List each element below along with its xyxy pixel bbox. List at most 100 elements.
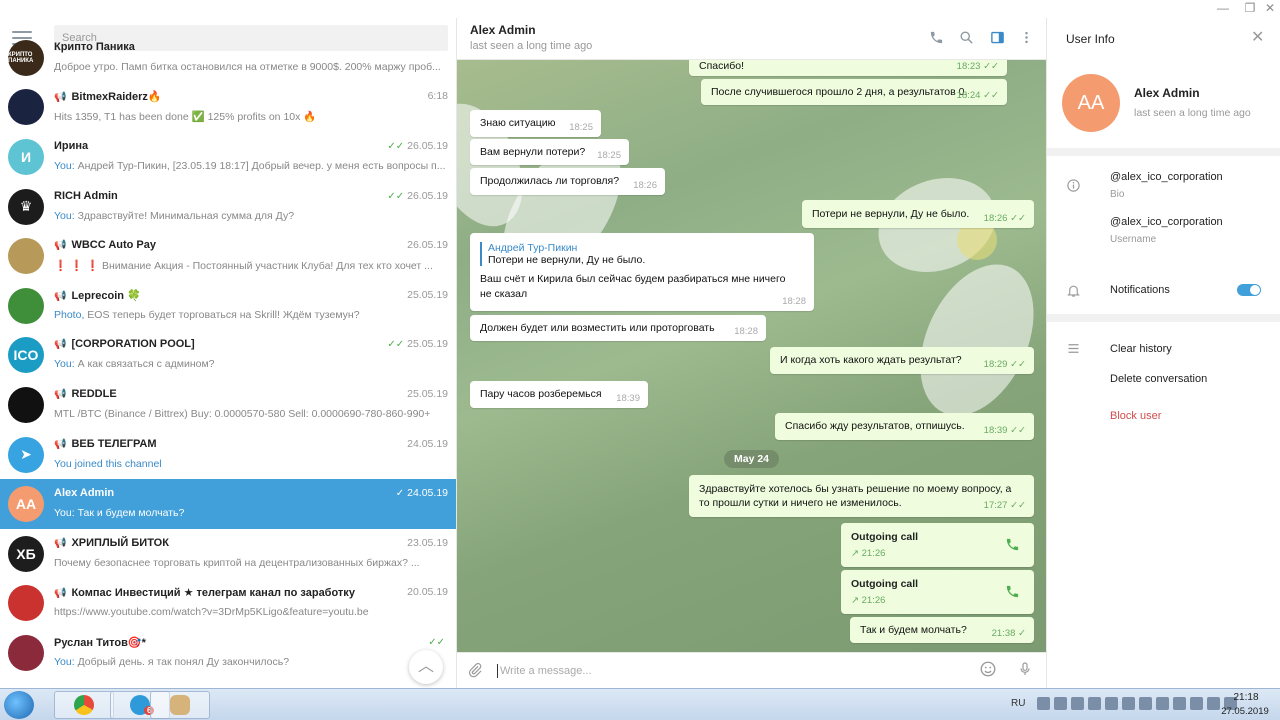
tray-icon[interactable] bbox=[1190, 697, 1203, 710]
username-value[interactable]: @alex_ico_corporation bbox=[1110, 216, 1223, 228]
message-out[interactable]: Потери не вернули, Ду не было. 18:26 ✓✓ bbox=[802, 200, 1034, 228]
sidebar-toggle-icon[interactable] bbox=[988, 30, 1006, 48]
tray-icon[interactable] bbox=[1071, 697, 1084, 710]
window-titlebar: — ❐ ✕ bbox=[0, 0, 1280, 18]
tray-icon[interactable] bbox=[1139, 697, 1152, 710]
tray-icon[interactable] bbox=[1156, 697, 1169, 710]
chat-preview: You: Так и будем молчать? bbox=[54, 507, 446, 519]
call-back-phone-icon[interactable] bbox=[1005, 537, 1020, 556]
message-input[interactable]: Write a message... bbox=[497, 664, 592, 678]
chat-date-text: 25.05.19 bbox=[407, 288, 448, 301]
delete-conversation-button[interactable]: Delete conversation bbox=[1110, 373, 1207, 385]
message-in[interactable]: Должен будет или возместить или проторго… bbox=[470, 315, 766, 341]
message-in[interactable]: Пару часов розберемься 18:39 bbox=[470, 381, 648, 408]
avatar: ICO bbox=[8, 337, 44, 374]
chat-title-text: [CORPORATION POOL] bbox=[71, 338, 195, 351]
phone-icon[interactable] bbox=[927, 30, 945, 48]
outgoing-call-message[interactable]: Outgoing call ↗ 21:26 bbox=[841, 523, 1034, 567]
start-button[interactable] bbox=[4, 691, 34, 719]
message-in[interactable]: Вам вернули потери? 18:25 bbox=[470, 139, 629, 165]
avatar[interactable]: AA bbox=[1062, 74, 1120, 132]
chrome-taskbar-icon[interactable] bbox=[54, 691, 114, 719]
username-label: Username bbox=[1110, 234, 1157, 245]
chat-list-item[interactable]: 📢 BitmexRaiderz🔥 6:18 Hits 1359, T1 has bee… bbox=[0, 83, 456, 133]
message-out[interactable]: И когда хоть какого ждать результат? 18:… bbox=[770, 347, 1034, 374]
clear-history-button[interactable]: Clear history bbox=[1110, 343, 1172, 355]
notifications-toggle[interactable] bbox=[1237, 284, 1261, 296]
chat-list-item[interactable]: 📢 Leprecoin 🍀 25.05.19 Photo, EOS теперь бу… bbox=[0, 281, 456, 331]
message-out[interactable]: Здравствуйте хотелось бы узнать решение … bbox=[689, 475, 1034, 517]
message-out[interactable]: Спасибо! 18:23 ✓✓ bbox=[689, 60, 1007, 76]
chat-date: 6:18 bbox=[428, 90, 448, 102]
message-area: Спасибо! 18:23 ✓✓ После случившегося про… bbox=[457, 60, 1046, 652]
chat-list-item[interactable]: 📢 REDDLE 25.05.19 MTL /BTC (Binance / Bittr… bbox=[0, 380, 456, 430]
message-out[interactable]: Спасибо жду результатов, отпишусь. 18:39… bbox=[775, 413, 1034, 440]
date-separator: May 24 bbox=[724, 450, 780, 468]
clock-time[interactable]: 21:18 bbox=[1222, 692, 1270, 703]
maximize-icon[interactable]: ❐ bbox=[1239, 1, 1261, 15]
conversation-title[interactable]: Alex Admin bbox=[470, 23, 536, 37]
bio-value[interactable]: @alex_ico_corporation bbox=[1110, 171, 1223, 183]
search-icon[interactable] bbox=[957, 30, 975, 48]
chat-date: ✓✓ 26.05.19 bbox=[387, 190, 448, 202]
language-indicator[interactable]: RU bbox=[1011, 698, 1025, 709]
chat-preview-text: Почему безопаснее торговать криптой на д… bbox=[54, 556, 420, 569]
megaphone-icon: 📢 bbox=[54, 240, 67, 252]
scroll-up-button[interactable]: ︿ bbox=[409, 650, 443, 684]
chat-preview-text: You joined this channel bbox=[54, 457, 162, 470]
more-menu-icon[interactable] bbox=[1017, 30, 1035, 48]
chat-list-item[interactable]: ➤ 📢 ВЕБ ТЕЛЕГРАМ 24.05.19 You joined this ch… bbox=[0, 430, 456, 480]
chat-preview-text: MTL /BTC (Binance / Bittrex) Buy: 0.0000… bbox=[54, 407, 431, 420]
message-text: Потери не вернули, Ду не было. bbox=[812, 208, 970, 220]
chat-date: ✓ 24.05.19 bbox=[396, 487, 448, 499]
close-window-icon[interactable]: ✕ bbox=[1259, 1, 1280, 15]
chat-title: 📢 Компас Инвестиций ★ телеграм канал по з… bbox=[54, 586, 355, 599]
chat-date-text: 24.05.19 bbox=[407, 437, 448, 450]
tray-icon[interactable] bbox=[1122, 697, 1135, 710]
tray-icon[interactable] bbox=[1037, 697, 1050, 710]
microphone-icon[interactable] bbox=[1017, 660, 1033, 683]
block-user-button[interactable]: Block user bbox=[1110, 410, 1161, 422]
tray-icon[interactable] bbox=[1088, 697, 1101, 710]
chat-list-item[interactable]: И Ирина ✓✓ 26.05.19 You: Андрей Тур-Пикин, [… bbox=[0, 132, 456, 182]
paint-taskbar-icon[interactable] bbox=[150, 691, 210, 719]
avatar bbox=[8, 287, 44, 324]
tray-icon[interactable] bbox=[1054, 697, 1067, 710]
message-out[interactable]: После случившегося прошло 2 дня, а резул… bbox=[701, 79, 1007, 105]
chat-list-item[interactable]: 📢 Компас Инвестиций ★ телеграм канал по з… bbox=[0, 579, 456, 629]
attach-icon[interactable] bbox=[467, 661, 483, 684]
call-back-phone-icon[interactable] bbox=[1005, 584, 1020, 603]
emoji-icon[interactable] bbox=[979, 660, 997, 683]
chat-preview: Hits 1359, T1 has been done ✅ 125% profi… bbox=[54, 110, 446, 123]
chat-list-item[interactable]: ХБ 📢 ХРИПЛЫЙ БИТОК 23.05.19 Почему безопасне… bbox=[0, 529, 456, 579]
message-in[interactable]: Продолжилась ли торговля? 18:26 bbox=[470, 168, 665, 195]
reply-quote[interactable]: Андрей Тур-Пикин Потери не вернули, Ду н… bbox=[480, 242, 804, 266]
chat-list-item[interactable]: 📢 WBCC Auto Pay 26.05.19 ❗ ❗ ❗ Внимание Акц… bbox=[0, 231, 456, 281]
message-in-reply[interactable]: Андрей Тур-Пикин Потери не вернули, Ду н… bbox=[470, 233, 814, 311]
message-text: Спасибо жду результатов, отпишусь. bbox=[785, 420, 965, 432]
chat-list-item[interactable]: ICO 📢 [CORPORATION POOL] ✓✓ 25.05.19 You: А к… bbox=[0, 331, 456, 381]
message-time: 18:24 ✓✓ bbox=[956, 90, 999, 101]
chat-preview: Почему безопаснее торговать криптой на д… bbox=[54, 557, 446, 569]
message-text: Пару часов розберемься bbox=[480, 388, 602, 400]
avatar bbox=[8, 386, 44, 423]
tray-icon[interactable] bbox=[1173, 697, 1186, 710]
chat-list-item[interactable]: AA Alex Admin ✓ 24.05.19 You: Так и будем мо… bbox=[0, 479, 456, 529]
clock-date[interactable]: 27.05.2019 bbox=[1215, 706, 1275, 717]
chat-list-item[interactable]: КРИПТО ПАНИКА Крипто Паника Доброе утро. П… bbox=[0, 33, 456, 83]
sender-prefix: You: bbox=[54, 358, 78, 371]
conversation-header[interactable]: Alex Admin last seen a long time ago bbox=[457, 18, 1046, 60]
chat-title-text: ХРИПЛЫЙ БИТОК bbox=[71, 536, 169, 549]
message-out[interactable]: Так и будем молчать? 21:38 ✓ bbox=[850, 617, 1034, 643]
message-in[interactable]: Знаю ситуацию 18:25 bbox=[470, 110, 601, 137]
read-check-icon: ✓✓ bbox=[387, 140, 405, 152]
chat-list-item[interactable]: ♛ RICH Admin ✓✓ 26.05.19 You: Здравствуйте! … bbox=[0, 182, 456, 232]
outgoing-call-message[interactable]: Outgoing call ↗ 21:26 bbox=[841, 570, 1034, 614]
chat-list-item[interactable]: Руслан Титов🎯* ✓✓ You: Добрый день. я так … bbox=[0, 628, 456, 678]
chat-preview: You: Здравствуйте! Минимальная сумма для… bbox=[54, 210, 446, 222]
close-panel-icon[interactable]: ✕ bbox=[1251, 27, 1264, 47]
tray-icon[interactable] bbox=[1105, 697, 1118, 710]
avatar: КРИПТО ПАНИКА bbox=[8, 39, 44, 76]
minimize-icon[interactable]: — bbox=[1212, 1, 1234, 15]
message-time: 18:26 bbox=[633, 180, 657, 191]
